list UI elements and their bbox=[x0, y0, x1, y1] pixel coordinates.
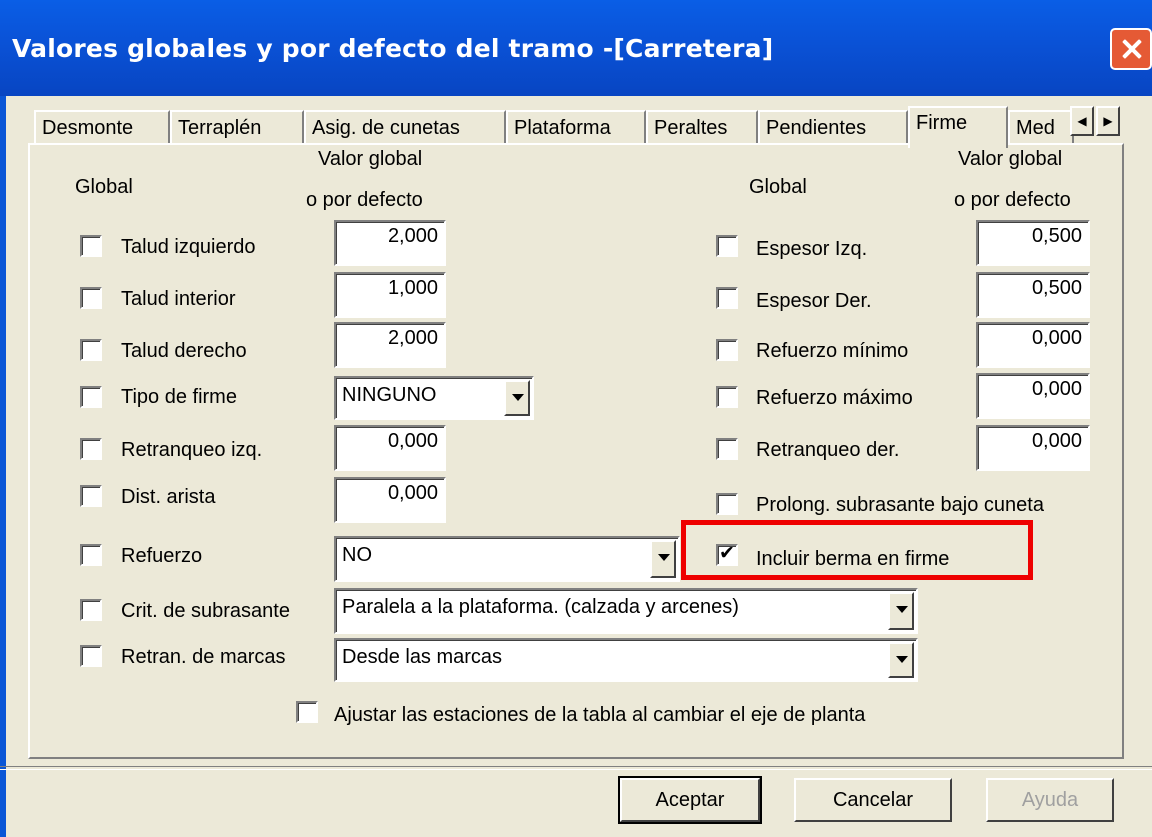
crit-subrasante-checkbox[interactable] bbox=[80, 599, 102, 621]
retran-marcas-label: Retran. de marcas bbox=[121, 646, 286, 668]
tab-label: Peraltes bbox=[654, 117, 728, 139]
left-global-header: Global bbox=[75, 176, 133, 198]
tipo-firme-checkbox[interactable] bbox=[80, 386, 102, 408]
dist-arista-label: Dist. arista bbox=[121, 486, 216, 508]
chevron-down-icon[interactable] bbox=[650, 540, 676, 578]
tab-scroll-right-icon[interactable]: ▶ bbox=[1096, 106, 1120, 136]
tab-label: Pendientes bbox=[766, 117, 867, 139]
tipo-firme-label: Tipo de firme bbox=[121, 386, 237, 408]
prolong-subrasante-label: Prolong. subrasante bajo cuneta bbox=[756, 494, 1044, 516]
talud-izquierdo-checkbox[interactable] bbox=[80, 235, 102, 257]
help-button[interactable]: Ayuda bbox=[986, 778, 1114, 822]
talud-interior-label: Talud interior bbox=[121, 288, 236, 310]
tipo-firme-select[interactable]: NINGUNO bbox=[334, 376, 534, 420]
tab-label: Terraplén bbox=[178, 117, 262, 139]
refuerzo-maximo-input[interactable]: 0,000 bbox=[976, 373, 1090, 419]
prolong-subrasante-checkbox[interactable] bbox=[716, 493, 738, 515]
dist-arista-checkbox[interactable] bbox=[80, 485, 102, 507]
talud-derecho-label: Talud derecho bbox=[121, 340, 247, 362]
chevron-down-icon[interactable] bbox=[888, 642, 914, 678]
chevron-down-icon[interactable] bbox=[888, 592, 914, 630]
tab-label: Plataforma bbox=[514, 117, 611, 139]
window-frame bbox=[0, 96, 6, 837]
tab-scroll-left-icon[interactable]: ◀ bbox=[1070, 106, 1094, 136]
espesor-izq-input[interactable]: 0,500 bbox=[976, 220, 1090, 266]
retran-marcas-checkbox[interactable] bbox=[80, 645, 102, 667]
refuerzo-minimo-input[interactable]: 0,000 bbox=[976, 322, 1090, 368]
talud-derecho-input[interactable]: 2,000 bbox=[334, 322, 446, 368]
refuerzo-label: Refuerzo bbox=[121, 545, 203, 567]
annotation-highlight-box bbox=[681, 520, 1033, 580]
right-value-header-2: o por defecto bbox=[954, 189, 1071, 211]
tab-firme[interactable]: Firme bbox=[908, 106, 1008, 148]
left-value-header-2: o por defecto bbox=[306, 189, 423, 211]
espesor-der-label: Espesor Der. bbox=[756, 290, 872, 312]
title-bar: Valores globales y por defecto del tramo… bbox=[0, 0, 1152, 96]
crit-subrasante-value: Paralela a la plataforma. (calzada y arc… bbox=[342, 596, 739, 618]
cancel-button[interactable]: Cancelar bbox=[794, 778, 952, 822]
talud-interior-input[interactable]: 1,000 bbox=[334, 272, 446, 318]
tab-desmonte[interactable]: Desmonte bbox=[34, 110, 170, 144]
espesor-izq-checkbox[interactable] bbox=[716, 235, 738, 257]
refuerzo-select[interactable]: NO bbox=[334, 536, 680, 582]
tab-med[interactable]: Med bbox=[1008, 110, 1074, 144]
espesor-der-checkbox[interactable] bbox=[716, 287, 738, 309]
separator bbox=[0, 766, 1152, 770]
refuerzo-maximo-checkbox[interactable] bbox=[716, 386, 738, 408]
window-title: Valores globales y por defecto del tramo… bbox=[12, 34, 774, 63]
retran-marcas-select[interactable]: Desde las marcas bbox=[334, 638, 918, 682]
tab-peraltes[interactable]: Peraltes bbox=[646, 110, 758, 144]
talud-derecho-checkbox[interactable] bbox=[80, 339, 102, 361]
dist-arista-input[interactable]: 0,000 bbox=[334, 477, 446, 523]
espesor-izq-label: Espesor Izq. bbox=[756, 238, 868, 260]
talud-interior-checkbox[interactable] bbox=[80, 287, 102, 309]
talud-izquierdo-label: Talud izquierdo bbox=[121, 236, 256, 258]
retranqueo-izq-input[interactable]: 0,000 bbox=[334, 425, 446, 471]
refuerzo-minimo-label: Refuerzo mínimo bbox=[756, 340, 909, 362]
accept-button[interactable]: Aceptar bbox=[618, 776, 762, 824]
retranqueo-der-label: Retranqueo der. bbox=[756, 439, 900, 461]
right-value-header-1: Valor global bbox=[958, 148, 1063, 170]
tab-plataforma[interactable]: Plataforma bbox=[506, 110, 646, 144]
tab-label: Desmonte bbox=[42, 117, 134, 139]
crit-subrasante-select[interactable]: Paralela a la plataforma. (calzada y arc… bbox=[334, 588, 918, 634]
close-button[interactable] bbox=[1110, 28, 1152, 70]
refuerzo-value: NO bbox=[342, 544, 372, 566]
ajustar-estaciones-checkbox[interactable] bbox=[296, 701, 318, 723]
tab-terraplen[interactable]: Terraplén bbox=[170, 110, 304, 144]
tab-label: Firme bbox=[916, 112, 968, 134]
ajustar-estaciones-label: Ajustar las estaciones de la tabla al ca… bbox=[334, 704, 866, 726]
refuerzo-maximo-label: Refuerzo máximo bbox=[756, 387, 913, 409]
left-value-header-1: Valor global bbox=[318, 148, 423, 170]
crit-subrasante-label: Crit. de subrasante bbox=[121, 600, 290, 622]
retran-marcas-value: Desde las marcas bbox=[342, 646, 503, 668]
refuerzo-checkbox[interactable] bbox=[80, 544, 102, 566]
chevron-down-icon[interactable] bbox=[504, 380, 530, 416]
right-global-header: Global bbox=[749, 176, 807, 198]
talud-izquierdo-input[interactable]: 2,000 bbox=[334, 220, 446, 266]
tipo-firme-value: NINGUNO bbox=[342, 384, 437, 406]
retranqueo-izq-checkbox[interactable] bbox=[80, 438, 102, 460]
espesor-der-input[interactable]: 0,500 bbox=[976, 272, 1090, 318]
retranqueo-der-checkbox[interactable] bbox=[716, 438, 738, 460]
refuerzo-minimo-checkbox[interactable] bbox=[716, 339, 738, 361]
retranqueo-izq-label: Retranqueo izq. bbox=[121, 439, 263, 461]
retranqueo-der-input[interactable]: 0,000 bbox=[976, 425, 1090, 471]
tab-asig-cunetas[interactable]: Asig. de cunetas bbox=[304, 110, 506, 144]
tab-pendientes[interactable]: Pendientes bbox=[758, 110, 908, 144]
tab-label: Med bbox=[1016, 117, 1055, 139]
tab-label: Asig. de cunetas bbox=[312, 117, 460, 139]
